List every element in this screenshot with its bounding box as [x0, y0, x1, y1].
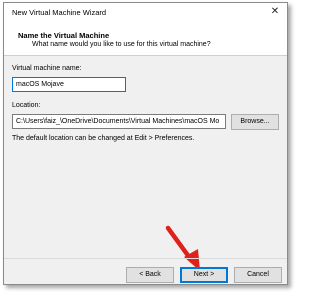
- footer-separator: [4, 258, 287, 259]
- title-bar: New Virtual Machine Wizard ✕: [4, 3, 287, 23]
- cancel-button[interactable]: Cancel: [234, 267, 282, 283]
- wizard-header: Name the Virtual Machine What name would…: [4, 23, 287, 56]
- location-label: Location:: [12, 102, 41, 109]
- page-subtitle: What name would you like to use for this…: [32, 41, 211, 48]
- close-icon[interactable]: ✕: [269, 6, 281, 18]
- wizard-dialog: New Virtual Machine Wizard ✕ Name the Vi…: [3, 2, 288, 285]
- back-button[interactable]: < Back: [126, 267, 174, 283]
- browse-button[interactable]: Browse...: [231, 114, 279, 130]
- vm-name-input[interactable]: macOS Mojave: [12, 77, 126, 92]
- location-input[interactable]: C:\Users\faiz_\OneDrive\Documents\Virtua…: [12, 114, 226, 129]
- page-title: Name the Virtual Machine: [18, 31, 110, 40]
- window-title: New Virtual Machine Wizard: [12, 8, 107, 17]
- next-button[interactable]: Next >: [180, 267, 228, 283]
- location-hint: The default location can be changed at E…: [12, 135, 195, 142]
- vm-name-label: Virtual machine name:: [12, 65, 82, 72]
- screenshot-frame: New Virtual Machine Wizard ✕ Name the Vi…: [0, 0, 300, 300]
